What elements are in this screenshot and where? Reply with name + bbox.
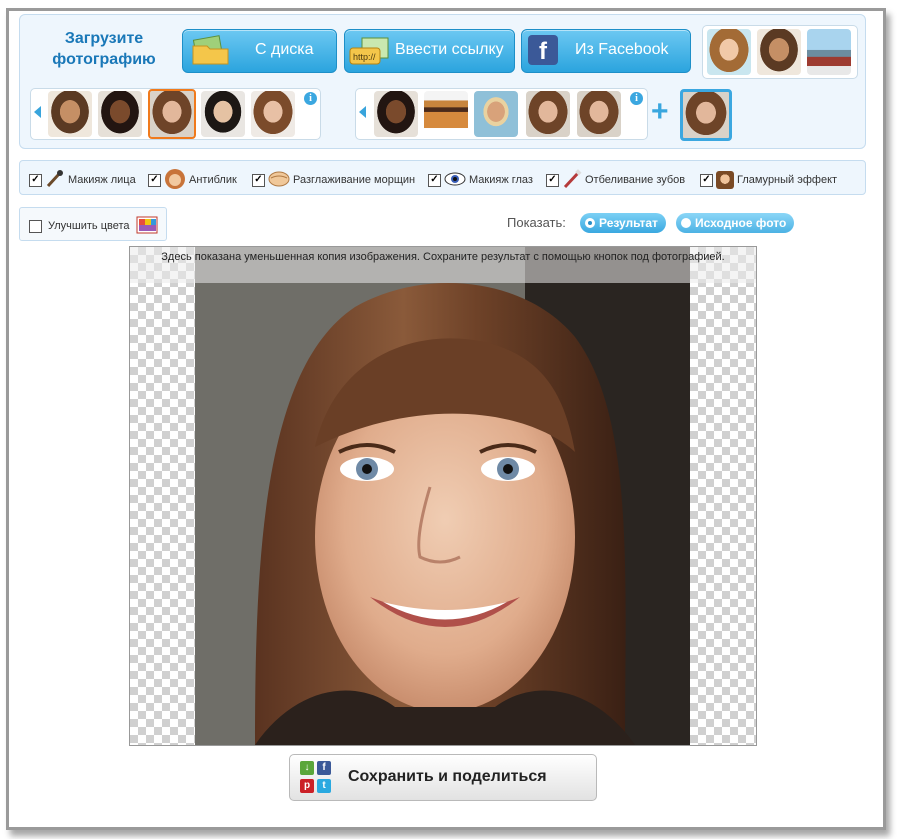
preview-note: Здесь показана уменьшенная копия изображ… [130,247,756,283]
info-icon[interactable]: i [304,92,317,105]
download-icon[interactable]: ↓ [300,761,314,775]
scroll-left-arrow-icon[interactable] [359,106,366,118]
option-antiglare[interactable]: ✓ Антиблик [148,168,237,193]
preview-canvas: Здесь показана уменьшенная копия изображ… [129,246,757,746]
link-badge-text: http:// [353,52,376,62]
plus-icon[interactable]: + [651,97,669,127]
enter-link-button[interactable]: http:// Ввести ссылку [344,29,515,73]
enhance-colors-checkbox[interactable] [29,219,42,233]
from-disk-button[interactable]: С диска [182,29,337,73]
original-radio-button[interactable]: Исходное фото [676,213,795,233]
show-label: Показать: [507,215,566,230]
glamour-icon [716,171,734,189]
result-photo [195,247,690,745]
from-facebook-button[interactable]: f Из Facebook [521,29,691,73]
facebook-glyph: f [539,38,547,65]
pinterest-share-icon[interactable]: p [300,779,314,793]
info-icon[interactable]: i [630,92,643,105]
option-label: Гламурный эффект [737,174,838,186]
sample-photo-boat[interactable] [807,29,851,75]
smoothing-icon [268,170,290,191]
radio-selected-icon [585,218,595,228]
result-radio-button[interactable]: Результат [580,213,666,233]
folder-icon [191,34,231,66]
eye-makeup-checkbox[interactable]: ✓ [428,173,441,187]
wrinkle-smoothing-checkbox[interactable]: ✓ [252,173,265,187]
facebook-share-icon[interactable]: f [317,761,331,775]
girl-face-icon [164,168,186,193]
enhance-colors-label: Улучшить цвета [48,220,130,232]
facebook-icon: f [528,35,558,65]
option-label: Разглаживание морщин [293,174,416,186]
enter-link-label: Ввести ссылку [395,41,504,58]
recent-photo[interactable] [98,91,142,137]
from-disk-label: С диска [255,41,314,58]
option-label: Отбеливание зубов [585,174,686,186]
sample-photo-woman[interactable] [707,29,751,75]
save-and-share-label: Сохранить и поделиться [348,768,547,785]
collage-photo-frame[interactable] [474,91,518,137]
option-eye-makeup[interactable]: ✓ Макияж глаз [428,170,533,190]
glamour-effect-checkbox[interactable]: ✓ [700,173,713,187]
recent-photo[interactable] [251,91,295,137]
upload-title: Загрузите фотографию [52,30,156,68]
option-label: Антиблик [189,174,237,186]
teeth-whitening-checkbox[interactable]: ✓ [546,173,559,187]
toothbrush-icon [562,168,582,192]
face-makeup-checkbox[interactable]: ✓ [29,173,42,187]
save-and-share-button[interactable]: ↓ f p t Сохранить и поделиться [289,754,597,801]
twitter-share-icon[interactable]: t [317,779,331,793]
eye-icon [444,171,466,190]
option-face-makeup[interactable]: ✓ Макияж лица [29,169,136,192]
color-palette-icon [136,216,158,237]
active-photo[interactable] [680,89,732,141]
scroll-left-arrow-icon[interactable] [34,106,41,118]
original-radio-label: Исходное фото [695,216,787,230]
link-icon: http:// [348,36,392,68]
option-label: Макияж глаз [469,174,533,186]
recent-photo[interactable] [48,91,92,137]
enhance-colors-option[interactable]: Улучшить цвета [29,216,158,236]
result-radio-label: Результат [599,216,658,230]
sample-photo-man[interactable] [757,29,801,75]
radio-unselected-icon [681,218,691,228]
recent-photo-selected[interactable] [148,89,196,139]
recent-photo[interactable] [201,91,245,137]
option-teeth-whitening[interactable]: ✓ Отбеливание зубов [546,168,686,192]
collage-photo-tiger[interactable] [424,91,468,137]
antiglare-checkbox[interactable]: ✓ [148,173,161,187]
collage-photo[interactable] [374,91,418,137]
option-glamour-effect[interactable]: ✓ Гламурный эффект [700,170,837,190]
option-label: Макияж лица [68,174,136,186]
from-facebook-label: Из Facebook [575,41,669,58]
collage-photo[interactable] [526,91,570,137]
collage-photo[interactable] [577,91,621,137]
option-wrinkle-smoothing[interactable]: ✓ Разглаживание морщин [252,170,415,190]
brush-icon [45,169,65,192]
portrait-image [195,247,690,745]
